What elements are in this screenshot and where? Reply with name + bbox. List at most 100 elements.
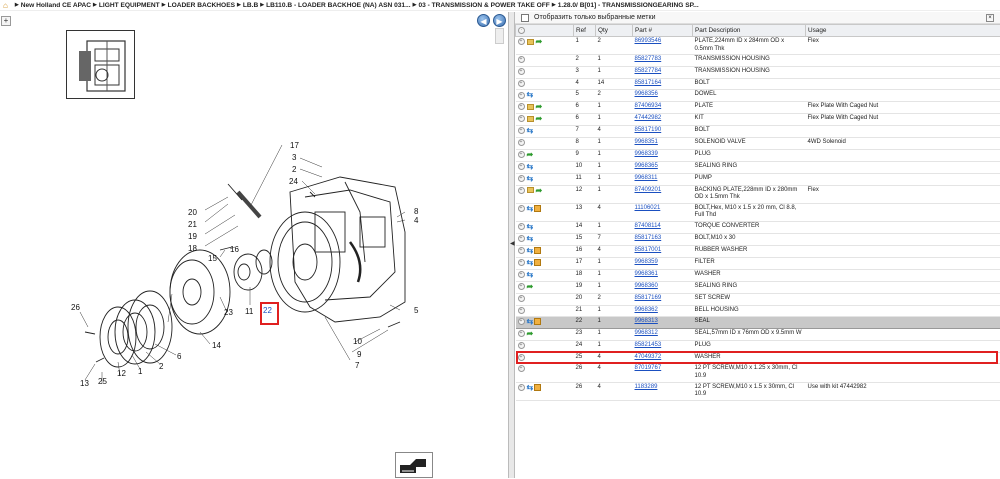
add-to-cart-icon[interactable]: + — [518, 151, 525, 158]
row-icons[interactable]: + — [516, 78, 574, 90]
row-icons[interactable]: +⇆ — [516, 269, 574, 281]
add-to-cart-icon[interactable]: + — [518, 354, 525, 361]
go-arrow-icon[interactable]: ➦ — [536, 187, 543, 195]
add-to-cart-icon[interactable]: + — [518, 235, 525, 242]
callout-18[interactable]: 18 — [188, 244, 197, 253]
callout-13[interactable]: 13 — [80, 379, 89, 388]
callout-4[interactable]: 4 — [414, 216, 419, 225]
part-number-link[interactable]: 9968311 — [635, 175, 658, 181]
package-icon[interactable] — [534, 384, 541, 391]
folder-icon[interactable] — [527, 116, 534, 122]
callout-26[interactable]: 26 — [71, 303, 80, 312]
home-icon[interactable]: ⌂ — [3, 1, 8, 10]
add-to-cart-icon[interactable]: + — [518, 163, 525, 170]
table-row[interactable]: +➦12187409201BACKING PLATE,228mm ID x 28… — [516, 185, 1000, 203]
row-icons[interactable]: +➦ — [516, 281, 574, 293]
substitute-arrow-icon[interactable]: ⇆ — [527, 127, 534, 135]
table-row[interactable]: +41485817164BOLT — [516, 78, 1000, 90]
callout-21[interactable]: 21 — [188, 220, 197, 229]
add-to-cart-icon[interactable]: + — [518, 80, 525, 87]
show-selected-checkbox[interactable] — [521, 14, 529, 22]
table-row[interactable]: +⇆16485817001RUBBER WASHER — [516, 245, 1000, 257]
row-icons[interactable]: +➦ — [516, 149, 574, 161]
package-icon[interactable] — [534, 318, 541, 325]
part-number-link[interactable]: 9968313 — [635, 318, 658, 324]
go-arrow-icon[interactable]: ➦ — [527, 283, 534, 291]
row-icons[interactable]: +⇆ — [516, 245, 574, 257]
substitute-arrow-icon[interactable]: ⇆ — [527, 247, 534, 255]
row-icons[interactable]: + — [516, 138, 574, 150]
add-to-cart-icon[interactable]: + — [518, 56, 525, 63]
row-icons[interactable]: + — [516, 364, 574, 382]
part-number-link[interactable]: 9968339 — [635, 151, 658, 157]
header-usage[interactable]: Usage — [806, 25, 1000, 37]
table-row[interactable]: +3185827784TRANSMISSION HOUSING — [516, 66, 1000, 78]
table-row[interactable]: +⇆15785817163BOLT,M10 x 30 — [516, 234, 1000, 246]
row-icons[interactable]: +➦ — [516, 185, 574, 203]
package-icon[interactable] — [534, 247, 541, 254]
callout-3[interactable]: 3 — [292, 153, 297, 162]
part-number-link[interactable]: 9968362 — [635, 307, 658, 313]
table-row[interactable]: +20285817169SET SCREW — [516, 293, 1000, 305]
part-number-link[interactable]: 87406934 — [635, 103, 662, 109]
add-to-cart-icon[interactable]: + — [518, 223, 525, 230]
row-icons[interactable]: +➦ — [516, 114, 574, 126]
diagram-thumbnail[interactable] — [66, 30, 135, 99]
table-row[interactable]: +⇆264118328912 PT SCREW,M10 x 1.5 x 30mm… — [516, 382, 1000, 400]
row-icons[interactable]: + — [516, 55, 574, 67]
substitute-arrow-icon[interactable]: ⇆ — [527, 318, 534, 326]
breadcrumb-item[interactable]: 1.28.0/ B[01] - TRANSMISSIONGEARING SP..… — [558, 2, 699, 9]
row-icons[interactable]: +⇆ — [516, 234, 574, 246]
row-icons[interactable]: + — [516, 305, 574, 317]
part-number-link[interactable]: 85827783 — [635, 56, 662, 62]
go-arrow-icon[interactable]: ➦ — [536, 103, 543, 111]
part-number-link[interactable]: 87408114 — [635, 223, 661, 229]
row-icons[interactable]: +➦ — [516, 37, 574, 55]
table-row[interactable]: +⇆7485817190BOLT — [516, 126, 1000, 138]
callout-2-lower[interactable]: 2 — [159, 362, 164, 371]
table-row[interactable]: +➦6187406934PLATEFlex Plate With Caged N… — [516, 102, 1000, 114]
callout-24[interactable]: 24 — [289, 177, 298, 186]
header-part[interactable]: Part # — [633, 25, 693, 37]
callout-17[interactable]: 17 — [290, 141, 299, 150]
go-arrow-icon[interactable]: ➦ — [527, 151, 534, 159]
collapse-arrow-icon[interactable]: ◀ — [510, 240, 515, 247]
part-number-link[interactable]: 9968312 — [635, 330, 658, 336]
callout-5[interactable]: 5 — [414, 306, 419, 315]
package-icon[interactable] — [534, 259, 541, 266]
next-arrow-icon[interactable]: ▶ — [493, 14, 506, 27]
breadcrumb-item[interactable]: LIGHT EQUIPMENT — [99, 2, 160, 9]
previous-arrow-icon[interactable]: ◀ — [477, 14, 490, 27]
row-icons[interactable]: +⇆ — [516, 161, 574, 173]
table-row[interactable]: +⇆2219968313SEAL — [516, 317, 1000, 329]
part-number-link[interactable]: 85817164 — [635, 80, 662, 86]
table-row[interactable]: +⇆1019968365SEALING RING — [516, 161, 1000, 173]
callout-7[interactable]: 7 — [355, 361, 360, 370]
table-row[interactable]: +⇆13411106021BOLT,Hex, M10 x 1.5 x 20 mm… — [516, 203, 1000, 221]
table-row[interactable]: +➦1919968360SEALING RING — [516, 281, 1000, 293]
callout-12[interactable]: 12 — [117, 369, 126, 378]
part-number-link[interactable]: 47049372 — [635, 354, 662, 360]
table-row[interactable]: +24185821453PLUG — [516, 341, 1000, 353]
part-number-link[interactable]: 85821453 — [635, 342, 662, 348]
add-to-cart-icon[interactable]: + — [518, 295, 525, 302]
part-number-link[interactable]: 85817190 — [635, 127, 662, 133]
callout-6[interactable]: 6 — [177, 352, 182, 361]
row-icons[interactable]: + — [516, 293, 574, 305]
row-icons[interactable]: + — [516, 66, 574, 78]
add-to-cart-icon[interactable]: + — [518, 271, 525, 278]
add-to-cart-icon[interactable]: + — [518, 259, 525, 266]
add-to-cart-icon[interactable]: + — [518, 103, 525, 110]
part-number-link[interactable]: 85817163 — [635, 235, 662, 241]
close-icon[interactable]: × — [986, 14, 994, 22]
row-icons[interactable]: +⇆ — [516, 203, 574, 221]
row-icons[interactable]: +⇆ — [516, 257, 574, 269]
row-icons[interactable]: +⇆ — [516, 222, 574, 234]
callout-1[interactable]: 1 — [138, 367, 143, 376]
add-to-cart-icon[interactable]: + — [518, 330, 525, 337]
table-row[interactable]: +2119968362BELL HOUSING — [516, 305, 1000, 317]
part-number-link[interactable]: 86993546 — [635, 38, 662, 44]
substitute-arrow-icon[interactable]: ⇆ — [527, 205, 534, 213]
table-row[interactable]: +➦6147442982KITFlex Plate With Caged Nut — [516, 114, 1000, 126]
export-arrow-icon[interactable] — [395, 452, 433, 478]
